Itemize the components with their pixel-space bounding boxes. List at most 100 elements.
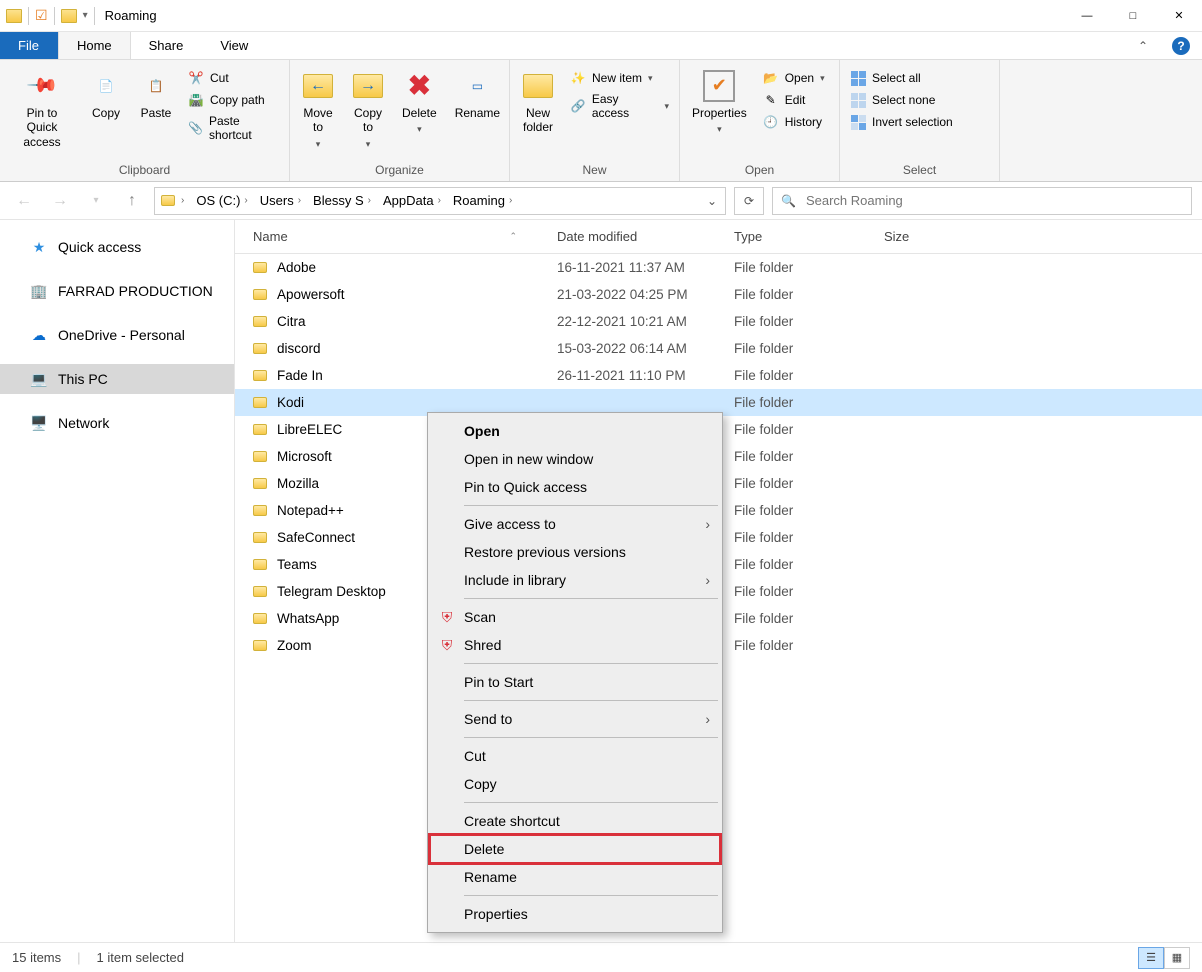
file-row[interactable]: Adobe16-11-2021 11:37 AMFile folder (235, 254, 1202, 281)
ctx-properties[interactable]: Properties (430, 900, 720, 928)
chevron-right-icon: › (368, 195, 371, 206)
breadcrumb-dropdown[interactable]: ⌄ (699, 194, 725, 208)
file-row[interactable]: discord15-03-2022 06:14 AMFile folder (235, 335, 1202, 362)
shield-icon: ⛨ (438, 609, 456, 626)
easy-access-button[interactable]: 🔗Easy access ▾ (566, 90, 673, 122)
column-type[interactable]: Type (734, 229, 884, 244)
ctx-pin-quick-access[interactable]: Pin to Quick access (430, 473, 720, 501)
column-date[interactable]: Date modified (557, 229, 734, 244)
file-name: discord (277, 341, 321, 356)
copy-to-button[interactable]: → Copy to▾ (346, 66, 390, 154)
rename-icon: ▭ (461, 70, 493, 102)
chevron-right-icon[interactable]: › (181, 195, 184, 206)
qat-dropdown-icon[interactable]: ▾ (83, 10, 88, 21)
move-to-button[interactable]: ← Move to▾ (296, 66, 340, 154)
qat-folder-icon[interactable] (61, 9, 77, 23)
ctx-copy[interactable]: Copy (430, 770, 720, 798)
file-type: File folder (734, 368, 884, 383)
ctx-restore-previous[interactable]: Restore previous versions (430, 538, 720, 566)
invert-selection-button[interactable]: Invert selection (846, 112, 957, 132)
nav-forward-button[interactable]: → (46, 187, 74, 215)
move-to-icon: ← (302, 70, 334, 102)
nav-recent-dropdown[interactable]: ▾ (82, 187, 110, 215)
open-button[interactable]: 📂Open ▾ (759, 68, 829, 88)
breadcrumb-root-icon[interactable] (161, 195, 175, 206)
file-row[interactable]: Fade In26-11-2021 11:10 PMFile folder (235, 362, 1202, 389)
search-box[interactable]: 🔍 (772, 187, 1192, 215)
sort-asc-icon: ⌃ (509, 231, 517, 242)
new-folder-button[interactable]: New folder (516, 66, 560, 139)
file-type: File folder (734, 341, 884, 356)
paste-button[interactable]: 📋 Paste (134, 66, 178, 124)
column-name[interactable]: Name⌃ (235, 229, 557, 244)
properties-button[interactable]: ✔ Properties▾ (686, 66, 753, 139)
qat-check-icon[interactable]: ☑ (35, 7, 48, 24)
ctx-give-access-to[interactable]: Give access to› (430, 510, 720, 538)
help-button[interactable]: ? (1160, 32, 1202, 59)
pin-to-quick-access-button[interactable]: 📌 Pin to Quick access (6, 66, 78, 153)
refresh-button[interactable]: ⟳ (734, 187, 764, 215)
search-input[interactable] (804, 192, 1183, 209)
select-none-button[interactable]: Select none (846, 90, 957, 110)
new-item-button[interactable]: ✨New item ▾ (566, 68, 673, 88)
breadcrumb-item[interactable]: Users› (254, 193, 307, 208)
paste-shortcut-button[interactable]: 📎Paste shortcut (184, 112, 283, 144)
ctx-rename[interactable]: Rename (430, 863, 720, 891)
breadcrumb-bar[interactable]: › OS (C:)› Users› Blessy S› AppData› Roa… (154, 187, 726, 215)
breadcrumb-item[interactable]: Blessy S› (307, 193, 377, 208)
delete-button[interactable]: ✖ Delete▾ (396, 66, 443, 139)
paste-shortcut-icon: 📎 (188, 120, 203, 136)
column-size[interactable]: Size (884, 229, 1202, 244)
close-button[interactable]: ✕ (1156, 0, 1202, 32)
folder-icon (253, 289, 267, 300)
file-row[interactable]: Apowersoft21-03-2022 04:25 PMFile folder (235, 281, 1202, 308)
minimize-button[interactable]: — (1064, 0, 1110, 32)
sidebar-item-library[interactable]: 🏢FARRAD PRODUCTION (0, 276, 234, 306)
edit-icon: ✎ (763, 92, 779, 108)
view-large-icons-button[interactable]: ▦ (1164, 947, 1190, 969)
copy-button[interactable]: 📄 Copy (84, 66, 128, 124)
file-row[interactable]: Citra22-12-2021 10:21 AMFile folder (235, 308, 1202, 335)
select-all-button[interactable]: Select all (846, 68, 957, 88)
tab-share[interactable]: Share (131, 32, 203, 59)
copy-path-button[interactable]: 🛣️Copy path (184, 90, 283, 110)
history-button[interactable]: 🕘History (759, 112, 829, 132)
sidebar-item-quick-access[interactable]: ★Quick access (0, 232, 234, 262)
rename-button[interactable]: ▭ Rename (449, 66, 506, 124)
ctx-cut[interactable]: Cut (430, 742, 720, 770)
history-icon: 🕘 (763, 114, 779, 130)
view-details-button[interactable]: ☰ (1138, 947, 1164, 969)
ctx-shred[interactable]: ⛨Shred (430, 631, 720, 659)
folder-icon (253, 532, 267, 543)
tab-file[interactable]: File (0, 32, 58, 59)
edit-button[interactable]: ✎Edit (759, 90, 829, 110)
qat-folder-icon (6, 9, 22, 23)
ctx-send-to[interactable]: Send to› (430, 705, 720, 733)
ctx-open[interactable]: Open (430, 417, 720, 445)
tab-view[interactable]: View (202, 32, 267, 59)
ctx-open-new-window[interactable]: Open in new window (430, 445, 720, 473)
sidebar-item-network[interactable]: 🖥️Network (0, 408, 234, 438)
network-icon: 🖥️ (30, 414, 48, 432)
breadcrumb-item[interactable]: AppData› (377, 193, 447, 208)
ctx-create-shortcut[interactable]: Create shortcut (430, 807, 720, 835)
folder-icon (253, 640, 267, 651)
sidebar-item-onedrive[interactable]: ☁OneDrive - Personal (0, 320, 234, 350)
collapse-ribbon-icon[interactable]: ⌃ (1126, 32, 1160, 59)
sidebar-item-this-pc[interactable]: 💻This PC (0, 364, 234, 394)
ctx-separator (464, 663, 718, 664)
breadcrumb-item[interactable]: Roaming› (447, 193, 518, 208)
tab-home[interactable]: Home (58, 32, 131, 59)
ctx-delete[interactable]: Delete (430, 835, 720, 863)
breadcrumb-item[interactable]: OS (C:)› (190, 193, 253, 208)
ctx-pin-to-start[interactable]: Pin to Start (430, 668, 720, 696)
ctx-include-in-library[interactable]: Include in library› (430, 566, 720, 594)
delete-icon: ✖ (403, 70, 435, 102)
nav-up-button[interactable]: ↑ (118, 187, 146, 215)
file-name: Adobe (277, 260, 316, 275)
cut-button[interactable]: ✂️Cut (184, 68, 283, 88)
maximize-button[interactable]: □ (1110, 0, 1156, 32)
file-type: File folder (734, 638, 884, 653)
nav-back-button[interactable]: ← (10, 187, 38, 215)
ctx-scan[interactable]: ⛨Scan (430, 603, 720, 631)
